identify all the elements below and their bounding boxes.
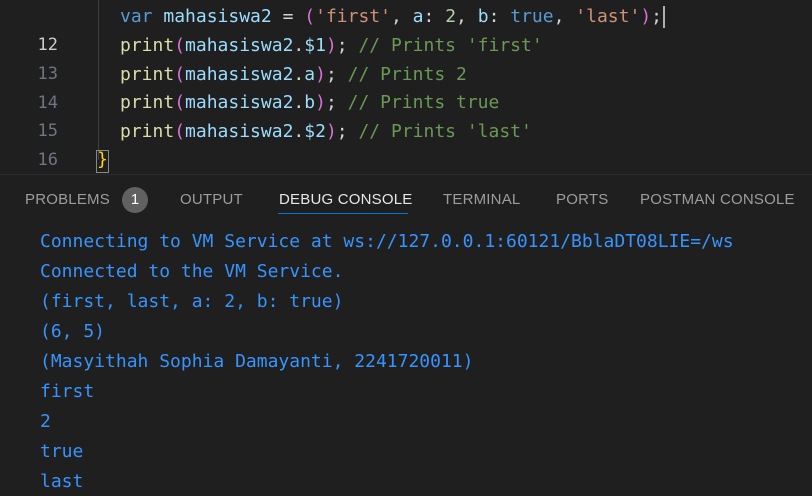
code-text[interactable]: print(mahasiswa2.b); // Prints true <box>120 88 499 117</box>
code-line[interactable]: 17 } <box>0 145 812 174</box>
code-text[interactable]: print(mahasiswa2.a); // Prints 2 <box>120 60 467 89</box>
console-line: (Masyithah Sophia Damayanti, 2241720011) <box>40 351 474 372</box>
code-text[interactable]: print(mahasiswa2.$1); // Prints 'first' <box>120 31 543 60</box>
tab-postman-console[interactable]: POSTMAN CONSOLE <box>640 191 795 208</box>
problems-count-badge: 1 <box>122 187 148 213</box>
debug-console-output[interactable]: Connecting to VM Service at ws://127.0.0… <box>40 227 812 496</box>
code-editor[interactable]: 12 var mahasiswa2 = ('first', a: 2, b: t… <box>0 0 812 174</box>
tab-problems[interactable]: PROBLEMS <box>25 191 110 208</box>
console-line: (6, 5) <box>40 321 106 342</box>
tab-output[interactable]: OUTPUT <box>180 191 243 208</box>
tab-debug-console[interactable]: DEBUG CONSOLE <box>279 191 412 208</box>
code-line[interactable]: 14 print(mahasiswa2.a); // Prints 2 <box>0 60 812 113</box>
tab-terminal[interactable]: TERMINAL <box>443 191 520 208</box>
console-line: Connected to the VM Service. <box>40 261 344 282</box>
tab-ports[interactable]: PORTS <box>556 191 608 208</box>
console-line: first <box>40 381 95 402</box>
text-cursor <box>663 6 666 28</box>
code-text[interactable]: var mahasiswa2 = ('first', a: 2, b: true… <box>120 2 666 31</box>
console-line: 2 <box>40 411 51 432</box>
bottom-panel: PROBLEMS 1 OUTPUT DEBUG CONSOLE TERMINAL… <box>0 174 812 496</box>
console-line: (first, last, a: 2, b: true) <box>40 291 344 312</box>
console-line: last <box>40 471 84 492</box>
code-text[interactable]: print(mahasiswa2.$2); // Prints 'last' <box>120 117 532 146</box>
console-line: Connecting to VM Service at ws://127.0.0… <box>40 231 734 252</box>
console-line: true <box>40 441 84 462</box>
code-line[interactable]: 15 print(mahasiswa2.b); // Prints true <box>0 88 812 141</box>
panel-tabs: PROBLEMS 1 OUTPUT DEBUG CONSOLE TERMINAL… <box>0 175 812 227</box>
active-tab-indicator <box>278 213 408 214</box>
bracket-match-highlight <box>96 150 109 173</box>
code-line[interactable]: 12 var mahasiswa2 = ('first', a: 2, b: t… <box>0 2 812 55</box>
code-line[interactable]: 13 print(mahasiswa2.$1); // Prints 'firs… <box>0 31 812 84</box>
code-line[interactable]: 16 print(mahasiswa2.$2); // Prints 'last… <box>0 117 812 170</box>
